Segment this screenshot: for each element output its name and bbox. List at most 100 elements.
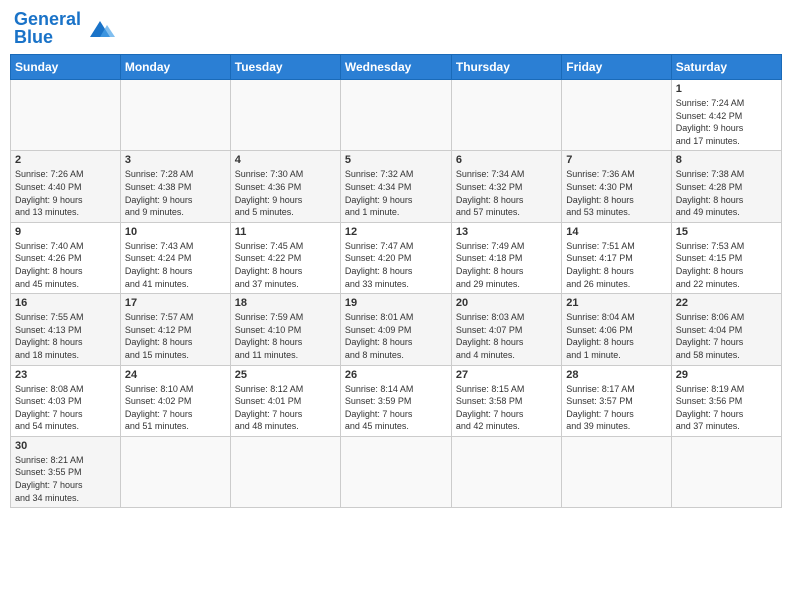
day-number: 15 (676, 226, 777, 238)
day-info: Sunrise: 8:06 AM Sunset: 4:04 PM Dayligh… (676, 311, 777, 361)
calendar-cell (451, 80, 561, 151)
calendar-cell: 17Sunrise: 7:57 AM Sunset: 4:12 PM Dayli… (120, 294, 230, 365)
day-number: 1 (676, 83, 777, 95)
day-info: Sunrise: 8:03 AM Sunset: 4:07 PM Dayligh… (456, 311, 557, 361)
day-number: 25 (235, 369, 336, 381)
day-number: 29 (676, 369, 777, 381)
calendar-cell: 16 Sunrise: 7:55 AM Sunset: 4:13 PM Dayli… (11, 294, 121, 365)
weekday-header-monday: Monday (120, 55, 230, 80)
calendar-cell: 10 Sunrise: 7:43 AM Sunset: 4:24 PM Dayli… (120, 222, 230, 293)
day-info: Sunrise: 8:01 AM Sunset: 4:09 PM Dayligh… (345, 311, 447, 361)
day-info: Sunrise: 7:36 AM Sunset: 4:30 PM Dayligh… (566, 168, 666, 218)
page-header: General Blue (10, 10, 782, 46)
day-number: 5 (345, 154, 447, 166)
week-row-1: 1 Sunrise: 7:24 AM Sunset: 4:42 PM Daylig… (11, 80, 782, 151)
calendar-cell (451, 436, 561, 507)
calendar-table: SundayMondayTuesdayWednesdayThursdayFrid… (10, 54, 782, 508)
day-info: Sunrise: 7:38 AM Sunset: 4:28 PM Dayligh… (676, 168, 777, 218)
day-info: Sunrise: 7:59 AM Sunset: 4:10 PM Dayligh… (235, 311, 336, 361)
day-info: Sunrise: 7:47 AM Sunset: 4:20 PM Dayligh… (345, 240, 447, 290)
calendar-cell: 4Sunrise: 7:30 AM Sunset: 4:36 PM Daylig… (230, 151, 340, 222)
calendar-cell: 26 Sunrise: 8:14 AM Sunset: 3:59 PM Dayli… (340, 365, 451, 436)
day-number: 10 (125, 226, 226, 238)
calendar-cell: 23Sunrise: 8:08 AM Sunset: 4:03 PM Dayli… (11, 365, 121, 436)
day-info: Sunrise: 7:24 AM Sunset: 4:42 PM Dayligh… (676, 97, 777, 147)
day-info: Sunrise: 7:57 AM Sunset: 4:12 PM Dayligh… (125, 311, 226, 361)
week-row-3: 9 Sunrise: 7:40 AM Sunset: 4:26 PM Daylig… (11, 222, 782, 293)
day-info: Sunrise: 7:53 AM Sunset: 4:15 PM Dayligh… (676, 240, 777, 290)
weekday-header-tuesday: Tuesday (230, 55, 340, 80)
calendar-cell: 20Sunrise: 8:03 AM Sunset: 4:07 PM Dayli… (451, 294, 561, 365)
day-info: Sunrise: 7:32 AM Sunset: 4:34 PM Dayligh… (345, 168, 447, 218)
day-number: 11 (235, 226, 336, 238)
day-number: 12 (345, 226, 447, 238)
day-number: 9 (15, 226, 116, 238)
logo-icon (85, 17, 113, 39)
calendar-cell (340, 436, 451, 507)
calendar-cell: 29Sunrise: 8:19 AM Sunset: 3:56 PM Dayli… (671, 365, 781, 436)
weekday-header-saturday: Saturday (671, 55, 781, 80)
day-info: Sunrise: 7:43 AM Sunset: 4:24 PM Dayligh… (125, 240, 226, 290)
logo: General Blue (14, 10, 113, 46)
day-number: 26 (345, 369, 447, 381)
calendar-cell: 1 Sunrise: 7:24 AM Sunset: 4:42 PM Daylig… (671, 80, 781, 151)
day-number: 8 (676, 154, 777, 166)
day-number: 16 (15, 297, 116, 309)
day-info: Sunrise: 7:30 AM Sunset: 4:36 PM Dayligh… (235, 168, 336, 218)
day-number: 2 (15, 154, 116, 166)
calendar-cell: 24Sunrise: 8:10 AM Sunset: 4:02 PM Dayli… (120, 365, 230, 436)
calendar-cell: 13 Sunrise: 7:49 AM Sunset: 4:18 PM Dayli… (451, 222, 561, 293)
week-row-5: 23Sunrise: 8:08 AM Sunset: 4:03 PM Dayli… (11, 365, 782, 436)
calendar-cell: 18Sunrise: 7:59 AM Sunset: 4:10 PM Dayli… (230, 294, 340, 365)
week-row-2: 2 Sunrise: 7:26 AM Sunset: 4:40 PM Daylig… (11, 151, 782, 222)
day-info: Sunrise: 7:49 AM Sunset: 4:18 PM Dayligh… (456, 240, 557, 290)
calendar-cell: 14 Sunrise: 7:51 AM Sunset: 4:17 PM Dayli… (562, 222, 671, 293)
day-info: Sunrise: 7:51 AM Sunset: 4:17 PM Dayligh… (566, 240, 666, 290)
calendar-cell (340, 80, 451, 151)
weekday-header-wednesday: Wednesday (340, 55, 451, 80)
day-number: 7 (566, 154, 666, 166)
calendar-cell: 12 Sunrise: 7:47 AM Sunset: 4:20 PM Dayli… (340, 222, 451, 293)
weekday-header-row: SundayMondayTuesdayWednesdayThursdayFrid… (11, 55, 782, 80)
calendar-cell: 3Sunrise: 7:28 AM Sunset: 4:38 PM Daylig… (120, 151, 230, 222)
logo-text: General Blue (14, 10, 81, 46)
calendar-cell (671, 436, 781, 507)
day-number: 30 (15, 440, 116, 452)
day-info: Sunrise: 7:26 AM Sunset: 4:40 PM Dayligh… (15, 168, 116, 218)
calendar-cell (562, 80, 671, 151)
day-number: 27 (456, 369, 557, 381)
day-info: Sunrise: 8:04 AM Sunset: 4:06 PM Dayligh… (566, 311, 666, 361)
calendar-cell: 22Sunrise: 8:06 AM Sunset: 4:04 PM Dayli… (671, 294, 781, 365)
calendar-cell: 7 Sunrise: 7:36 AM Sunset: 4:30 PM Daylig… (562, 151, 671, 222)
logo-blue: Blue (14, 27, 53, 47)
week-row-6: 30 Sunrise: 8:21 AM Sunset: 3:55 PM Dayli… (11, 436, 782, 507)
weekday-header-friday: Friday (562, 55, 671, 80)
calendar-cell (11, 80, 121, 151)
week-row-4: 16 Sunrise: 7:55 AM Sunset: 4:13 PM Dayli… (11, 294, 782, 365)
day-number: 19 (345, 297, 447, 309)
day-info: Sunrise: 8:12 AM Sunset: 4:01 PM Dayligh… (235, 383, 336, 433)
day-number: 23 (15, 369, 116, 381)
calendar-cell: 6Sunrise: 7:34 AM Sunset: 4:32 PM Daylig… (451, 151, 561, 222)
day-number: 6 (456, 154, 557, 166)
day-number: 24 (125, 369, 226, 381)
calendar-cell: 21Sunrise: 8:04 AM Sunset: 4:06 PM Dayli… (562, 294, 671, 365)
day-info: Sunrise: 7:55 AM Sunset: 4:13 PM Dayligh… (15, 311, 116, 361)
calendar-cell (230, 80, 340, 151)
day-number: 13 (456, 226, 557, 238)
day-info: Sunrise: 8:15 AM Sunset: 3:58 PM Dayligh… (456, 383, 557, 433)
day-info: Sunrise: 8:21 AM Sunset: 3:55 PM Dayligh… (15, 454, 116, 504)
calendar-cell: 28Sunrise: 8:17 AM Sunset: 3:57 PM Dayli… (562, 365, 671, 436)
weekday-header-sunday: Sunday (11, 55, 121, 80)
calendar-cell (230, 436, 340, 507)
calendar-cell: 11 Sunrise: 7:45 AM Sunset: 4:22 PM Dayli… (230, 222, 340, 293)
day-info: Sunrise: 7:45 AM Sunset: 4:22 PM Dayligh… (235, 240, 336, 290)
day-info: Sunrise: 8:14 AM Sunset: 3:59 PM Dayligh… (345, 383, 447, 433)
day-number: 14 (566, 226, 666, 238)
day-number: 28 (566, 369, 666, 381)
weekday-header-thursday: Thursday (451, 55, 561, 80)
day-info: Sunrise: 7:40 AM Sunset: 4:26 PM Dayligh… (15, 240, 116, 290)
calendar-cell: 27 Sunrise: 8:15 AM Sunset: 3:58 PM Dayli… (451, 365, 561, 436)
calendar-cell (562, 436, 671, 507)
calendar-cell: 25 Sunrise: 8:12 AM Sunset: 4:01 PM Dayli… (230, 365, 340, 436)
